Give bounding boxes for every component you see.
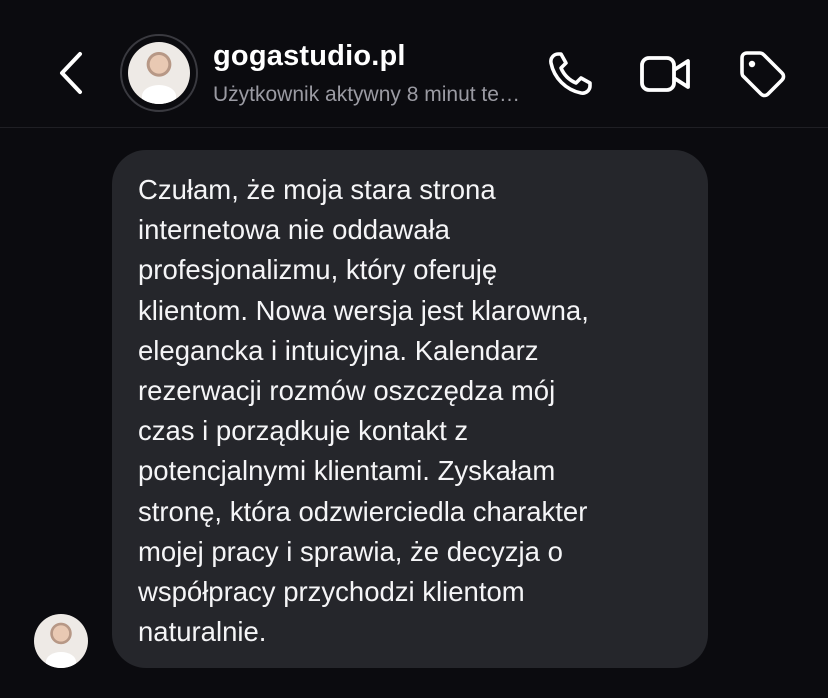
video-call-button[interactable] bbox=[638, 48, 690, 100]
tag-button[interactable] bbox=[736, 48, 788, 100]
chevron-left-icon bbox=[60, 52, 82, 94]
contact-info[interactable]: gogastudio.pl Użytkownik aktywny 8 minut… bbox=[213, 40, 533, 107]
chat-header: gogastudio.pl Użytkownik aktywny 8 minut… bbox=[0, 0, 828, 128]
chat-screen: gogastudio.pl Użytkownik aktywny 8 minut… bbox=[0, 0, 828, 698]
message-bubble[interactable]: Czułam, że moja stara strona internetowa… bbox=[112, 150, 708, 668]
avatar-image bbox=[128, 42, 190, 104]
video-camera-icon bbox=[640, 56, 690, 92]
contact-avatar[interactable] bbox=[120, 34, 198, 112]
tag-icon bbox=[740, 51, 786, 98]
back-button[interactable] bbox=[50, 48, 94, 98]
sender-avatar[interactable] bbox=[34, 614, 88, 668]
phone-icon bbox=[549, 52, 592, 95]
message-text: Czułam, że moja stara strona internetowa… bbox=[138, 174, 589, 648]
call-button[interactable] bbox=[544, 48, 596, 100]
activity-status: Użytkownik aktywny 8 minut temu bbox=[213, 83, 523, 106]
contact-name: gogastudio.pl bbox=[213, 40, 406, 72]
